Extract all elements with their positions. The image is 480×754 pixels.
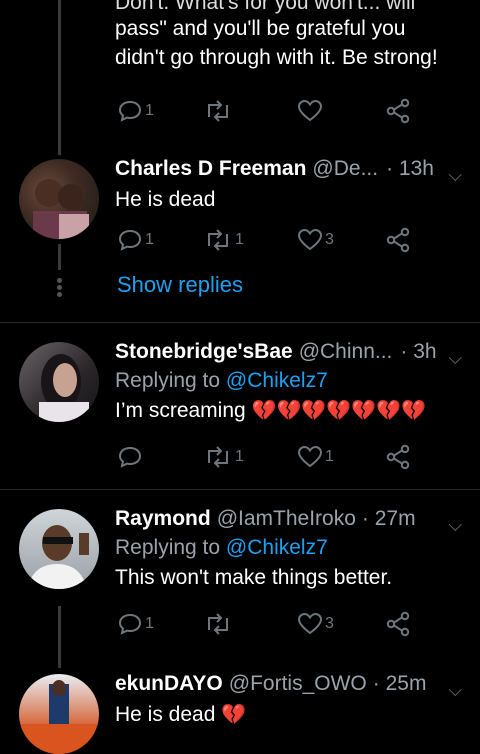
- avatar-photo-icon: [27, 525, 89, 589]
- share-button[interactable]: [385, 225, 411, 255]
- retweet-button[interactable]: [203, 96, 233, 126]
- avatar[interactable]: [19, 674, 99, 754]
- tweet-time: · 3h: [400, 340, 437, 363]
- heart-icon: [297, 99, 323, 122]
- partial-tweet-actions: 1: [115, 96, 415, 126]
- tweet-header: Raymond @IamTheIroko · 27m ⌵: [115, 505, 462, 535]
- retweet-button[interactable]: 1: [203, 442, 244, 472]
- tweet-time: · 25m: [372, 672, 427, 695]
- tweet-text-row: I’m screaming 💔💔💔💔💔💔💔: [115, 396, 460, 426]
- partial-tweet-line-1: pass" and you'll be grateful you: [115, 17, 406, 40]
- reply-count: 1: [145, 231, 154, 248]
- like-button[interactable]: [297, 96, 323, 126]
- reply-button[interactable]: 1: [117, 225, 154, 255]
- share-icon: [386, 611, 410, 637]
- author-handle[interactable]: @Fortis_OWO: [229, 670, 367, 698]
- tweet-stonebridge[interactable]: Stonebridge'sBae @Chinn... · 3h ⌵ Replyi…: [0, 338, 480, 488]
- avatar-photo-icon: [33, 179, 89, 239]
- avatar[interactable]: [19, 159, 99, 239]
- replying-to: Replying to @Chikelz7: [115, 533, 460, 563]
- retweet-count: 1: [235, 231, 244, 248]
- share-button[interactable]: [385, 96, 411, 126]
- divider: [0, 322, 480, 323]
- author-name[interactable]: ekunDAYO: [115, 670, 223, 698]
- author-name[interactable]: Stonebridge'sBae: [115, 338, 293, 366]
- tweet-header: ekunDAYO @Fortis_OWO · 25m ⌵: [115, 670, 462, 700]
- share-icon: [386, 98, 410, 124]
- broken-heart-emoji: 💔💔💔💔💔💔💔: [251, 400, 426, 422]
- avatar[interactable]: [19, 342, 99, 422]
- retweet-icon: [208, 613, 228, 635]
- replying-to-prefix: Replying to: [115, 536, 226, 559]
- like-button[interactable]: 3: [297, 609, 334, 639]
- reply-button[interactable]: [117, 442, 143, 472]
- heart-icon: [297, 612, 323, 635]
- avatar-photo-icon: [19, 680, 99, 754]
- tweet-text-row: He is dead 💔: [115, 700, 460, 730]
- avatar[interactable]: [19, 509, 99, 589]
- author-name[interactable]: Raymond: [115, 505, 211, 533]
- divider: [0, 489, 480, 490]
- partial-tweet-cut-line: Don't. What's for you won't... will: [115, 0, 416, 14]
- tweet-actions: 1 3: [115, 609, 415, 639]
- tweet-text: I’m screaming: [115, 399, 246, 422]
- reply-icon: [118, 229, 142, 251]
- reply-button[interactable]: 1: [117, 96, 154, 126]
- retweet-icon: [208, 446, 228, 468]
- thread-line-top: [58, 0, 61, 155]
- tweet-time: · 13h: [386, 157, 434, 180]
- reply-count: 1: [145, 615, 154, 632]
- share-icon: [386, 227, 410, 253]
- replying-to: Replying to @Chikelz7: [115, 366, 460, 396]
- thread-dots-icon: [55, 276, 63, 299]
- tweet-time: · 27m: [361, 507, 416, 530]
- retweet-button[interactable]: 1: [203, 225, 244, 255]
- broken-heart-emoji: 💔: [221, 704, 247, 726]
- replying-to-mention[interactable]: @Chikelz7: [226, 536, 328, 559]
- avatar-photo-icon: [39, 354, 89, 422]
- heart-icon: [297, 228, 323, 251]
- reply-button[interactable]: 1: [117, 609, 154, 639]
- like-count: 1: [325, 448, 334, 465]
- partial-tweet-line-2: didn't go through with it. Be strong!: [115, 46, 438, 69]
- chevron-down-icon[interactable]: ⌵: [448, 161, 462, 189]
- replying-to-mention[interactable]: @Chikelz7: [226, 369, 328, 392]
- retweet-icon: [208, 100, 228, 122]
- tweet-actions: 1 1 3: [115, 225, 415, 255]
- reply-icon: [118, 446, 142, 468]
- like-count: 3: [325, 615, 334, 632]
- author-name[interactable]: Charles D Freeman: [115, 155, 306, 183]
- share-icon: [386, 444, 410, 470]
- tweet-header: Stonebridge'sBae @Chinn... · 3h ⌵: [115, 338, 462, 368]
- reply-icon: [118, 613, 142, 635]
- author-handle[interactable]: @IamTheIroko: [217, 505, 356, 533]
- tweet-header: Charles D Freeman @De... · 13h ⌵: [115, 155, 462, 185]
- tweet-text: He is dead: [115, 703, 216, 726]
- share-button[interactable]: [385, 442, 411, 472]
- tweet-text: He is dead: [115, 188, 216, 211]
- replying-to-prefix: Replying to: [115, 369, 226, 392]
- tweet-raymond[interactable]: Raymond @IamTheIroko · 27m ⌵ Replying to…: [0, 505, 480, 665]
- like-button[interactable]: 3: [297, 225, 334, 255]
- retweet-button[interactable]: [203, 609, 233, 639]
- show-replies-link[interactable]: Show replies: [117, 272, 243, 298]
- like-button[interactable]: 1: [297, 442, 334, 472]
- heart-icon: [297, 445, 323, 468]
- reply-icon: [118, 100, 142, 122]
- tweet-ekundayo[interactable]: ekunDAYO @Fortis_OWO · 25m ⌵ He is dead …: [0, 670, 480, 754]
- share-button[interactable]: [385, 609, 411, 639]
- author-handle[interactable]: @Chinn...: [299, 338, 393, 366]
- like-count: 3: [325, 231, 334, 248]
- chevron-down-icon[interactable]: ⌵: [448, 676, 462, 704]
- chevron-down-icon[interactable]: ⌵: [448, 511, 462, 539]
- author-handle[interactable]: @De...: [312, 155, 378, 183]
- partial-tweet-text: Don't. What's for you won't... will pass…: [115, 0, 475, 72]
- retweet-icon: [208, 229, 228, 251]
- reply-count: 1: [145, 102, 154, 119]
- retweet-count: 1: [235, 448, 244, 465]
- tweet-actions: 1 1: [115, 442, 415, 472]
- chevron-down-icon[interactable]: ⌵: [448, 344, 462, 372]
- tweet-text: This won't make things better.: [115, 566, 393, 589]
